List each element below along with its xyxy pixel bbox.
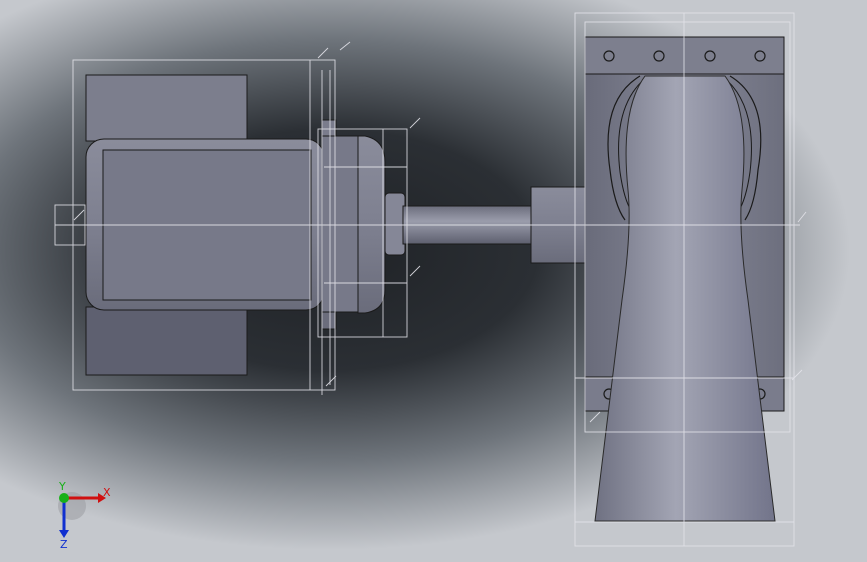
end-cap-shape[interactable] [357,135,386,314]
end-cap-boss[interactable] [384,192,406,256]
dim-tick [797,211,807,223]
dim-tick [339,41,351,51]
motor-end-cap[interactable] [357,135,406,314]
dim-tick [409,117,421,129]
reference-triad: X Y Z [58,480,111,550]
x-axis-label: X [103,486,111,499]
motor-foot-top[interactable] [85,74,248,142]
dim-tick [317,47,329,59]
motor-foot-bottom[interactable] [85,306,248,376]
y-axis-dot [59,493,69,503]
dim-tick [325,375,337,387]
dim-tick [409,265,421,277]
y-axis-label: Y [58,480,66,493]
flange-body[interactable] [321,135,363,313]
dim-tick [73,209,85,221]
graphics-viewport[interactable]: X Y Z [0,0,867,562]
casing-top-plate[interactable] [584,36,785,76]
dim-tick [589,411,601,423]
dim-tick [791,369,803,381]
z-axis-arrowhead [59,530,69,538]
assembly-scene[interactable] [0,0,867,562]
z-axis-label: Z [60,538,68,550]
